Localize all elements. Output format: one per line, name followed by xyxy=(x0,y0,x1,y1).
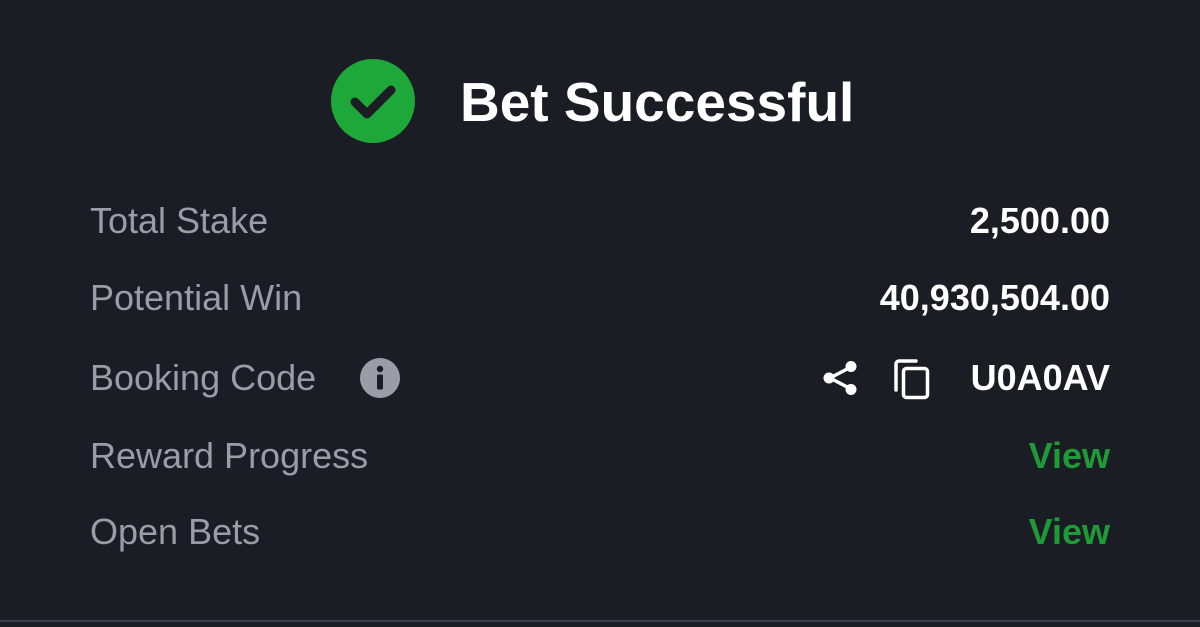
booking-code-row: Booking Code U0A0AV xyxy=(90,348,1110,408)
total-stake-label: Total Stake xyxy=(90,200,269,241)
info-icon[interactable] xyxy=(360,358,400,398)
potential-win-value: 40,930,504.00 xyxy=(879,277,1110,318)
potential-win-row: Potential Win 40,930,504.00 xyxy=(90,268,1110,328)
reward-progress-row: Reward Progress View xyxy=(90,426,1110,486)
open-bets-view-link[interactable]: View xyxy=(1029,502,1110,562)
check-circle-icon xyxy=(331,59,415,143)
total-stake-row: Total Stake 2,500.00 xyxy=(90,191,1110,251)
booking-code-label: Booking Code xyxy=(90,357,317,398)
booking-code-value[interactable]: U0A0AV xyxy=(971,348,1110,408)
share-icon[interactable] xyxy=(820,358,860,398)
reward-progress-view-link[interactable]: View xyxy=(1029,426,1110,486)
open-bets-label: Open Bets xyxy=(90,511,261,552)
potential-win-label: Potential Win xyxy=(90,277,303,318)
open-bets-row: Open Bets View xyxy=(90,502,1110,562)
page-title: Bet Successful xyxy=(460,71,855,133)
total-stake-value: 2,500.00 xyxy=(969,200,1110,241)
bet-success-header: Bet Successful xyxy=(0,0,1200,200)
reward-progress-label: Reward Progress xyxy=(90,435,369,476)
bottom-divider xyxy=(0,620,1200,622)
copy-icon[interactable] xyxy=(892,358,932,400)
